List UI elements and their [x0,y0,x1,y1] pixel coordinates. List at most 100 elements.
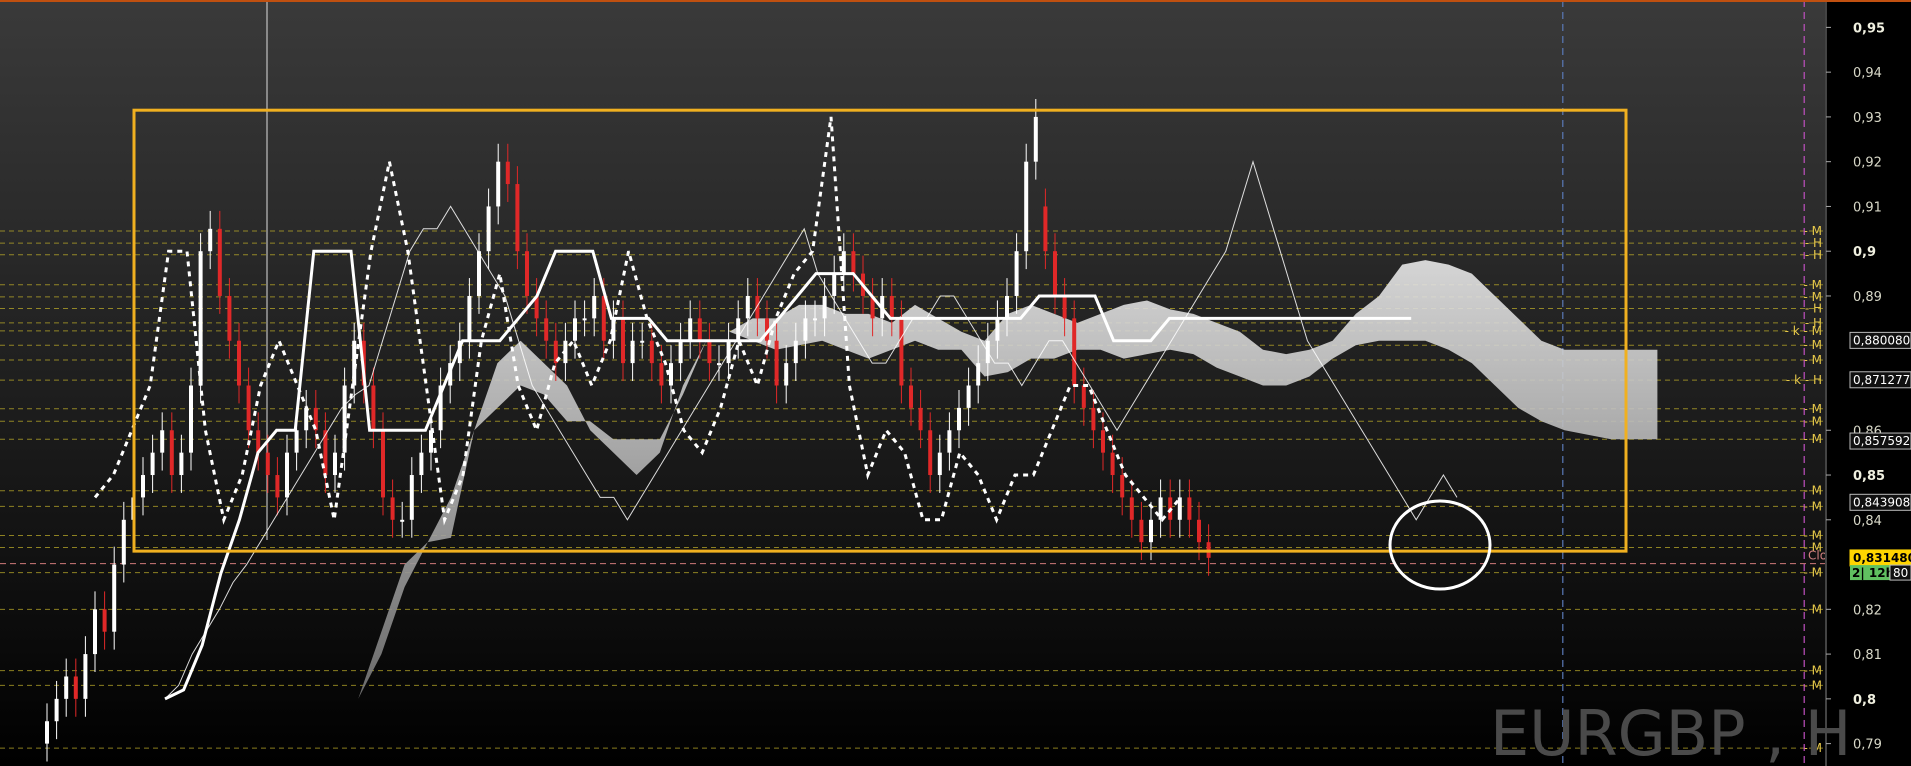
price-box-label: 0,831480 [1853,551,1911,565]
candle-body [121,519,126,565]
candle-body [160,430,165,453]
candle-body [265,452,270,476]
level-mark: - M [1804,484,1823,498]
candle-body [937,452,942,476]
price-box-label: 0,857592 [1853,434,1910,448]
candle-body [381,430,385,498]
candle-body [1158,497,1163,520]
candle-body [697,318,702,341]
candle-body [947,430,952,453]
countdown-label: 2| 12h [1852,566,1894,580]
candle-body [774,340,779,386]
candle-body [976,363,981,386]
candle-body [342,385,347,453]
price-box-label: 0,880080 [1853,333,1910,347]
candle-body [179,452,184,476]
level-mark: - M [1804,678,1823,692]
candle-body [275,475,280,498]
candle-body [688,318,693,341]
level-mark: - H [1805,302,1822,316]
candle-body [45,721,49,744]
axis-tick-label: 0,89 [1853,290,1882,305]
candle-body [409,475,414,520]
candles [45,99,1211,762]
level-mark: - M [1804,338,1823,352]
candle-body [582,318,587,321]
axis-tick-label: 0,95 [1853,21,1885,36]
candle-body [918,407,923,431]
axis-tick-label: 0,91 [1853,200,1882,215]
candle-body [1149,519,1153,543]
candle-body [169,430,174,476]
candle-body [477,251,481,296]
candle-body [390,497,395,520]
candle-body [573,318,577,341]
candle-body [1081,385,1086,408]
candle-body [112,564,117,632]
candle-body [304,407,309,431]
candle-body [832,273,837,296]
level-mark: - H [1805,248,1822,262]
candle-body [237,340,241,386]
highlight-circle [1388,499,1492,591]
level-mark: - M [1804,414,1823,428]
countdown-tail: 80 [1893,566,1908,580]
candle-body [1033,116,1038,162]
candle-body [899,318,904,386]
candle-body [419,452,424,476]
axis-tick-label: 0,84 [1853,514,1882,529]
price-chart[interactable]: - M- H- H- M- M- H- H- k - M- M- M- k - … [0,0,1911,766]
axis-tick-label: 0,9 [1853,245,1876,260]
candle-body [659,363,664,386]
candle-body [928,430,933,476]
candle-body [544,318,549,341]
candle-body [217,228,222,296]
candle-body [486,206,491,252]
candle-body [755,295,760,319]
level-mark: - k - M [1785,324,1822,338]
candle-body [1139,519,1144,543]
candle-body [851,251,856,274]
candle-body [1072,318,1077,386]
candle-body [333,452,337,476]
candle-body [1043,206,1048,252]
candle-body [957,407,961,431]
level-lines: - M- H- H- M- M- H- H- k - M- M- M- k - … [0,224,1834,755]
candle-body [54,698,59,722]
axis-tick-label: 0,92 [1853,156,1882,171]
axis-tick-label: 0,81 [1853,648,1882,663]
candle-body [813,318,817,321]
candle-body [707,340,712,364]
candle-body [601,295,606,341]
candle-body [1005,295,1009,319]
level-mark: - M [1804,353,1823,367]
candle-body [1014,251,1019,296]
axis-tick-label: 0,85 [1853,469,1885,484]
candle-body [73,676,78,699]
chart-area[interactable]: - M- H- H- M- M- H- H- k - M- M- M- k - … [0,0,1911,766]
candle-body [525,251,529,296]
price-box-label: 0,871277 [1853,373,1910,387]
candle-body [621,318,625,364]
candle-body [717,363,721,366]
candle-body [909,385,913,408]
candle-body [141,475,145,498]
candle-body [1120,475,1125,498]
candle-body [678,340,683,364]
candle-body [1053,251,1057,296]
candle-body [966,385,971,408]
candle-body [102,609,107,632]
tenkan-line [164,159,1458,700]
candle-body [1129,497,1134,520]
candle-body [208,228,213,252]
candle-body [889,295,894,319]
candle-body [1197,519,1201,543]
candle-body [189,385,193,453]
candle-body [467,295,472,341]
candle-body [227,295,232,341]
candle-body [515,184,520,252]
level-mark: - M [1804,602,1823,616]
candle-body [64,676,69,699]
axis-tick-label: 0,79 [1853,738,1882,753]
candle-body [784,363,789,386]
